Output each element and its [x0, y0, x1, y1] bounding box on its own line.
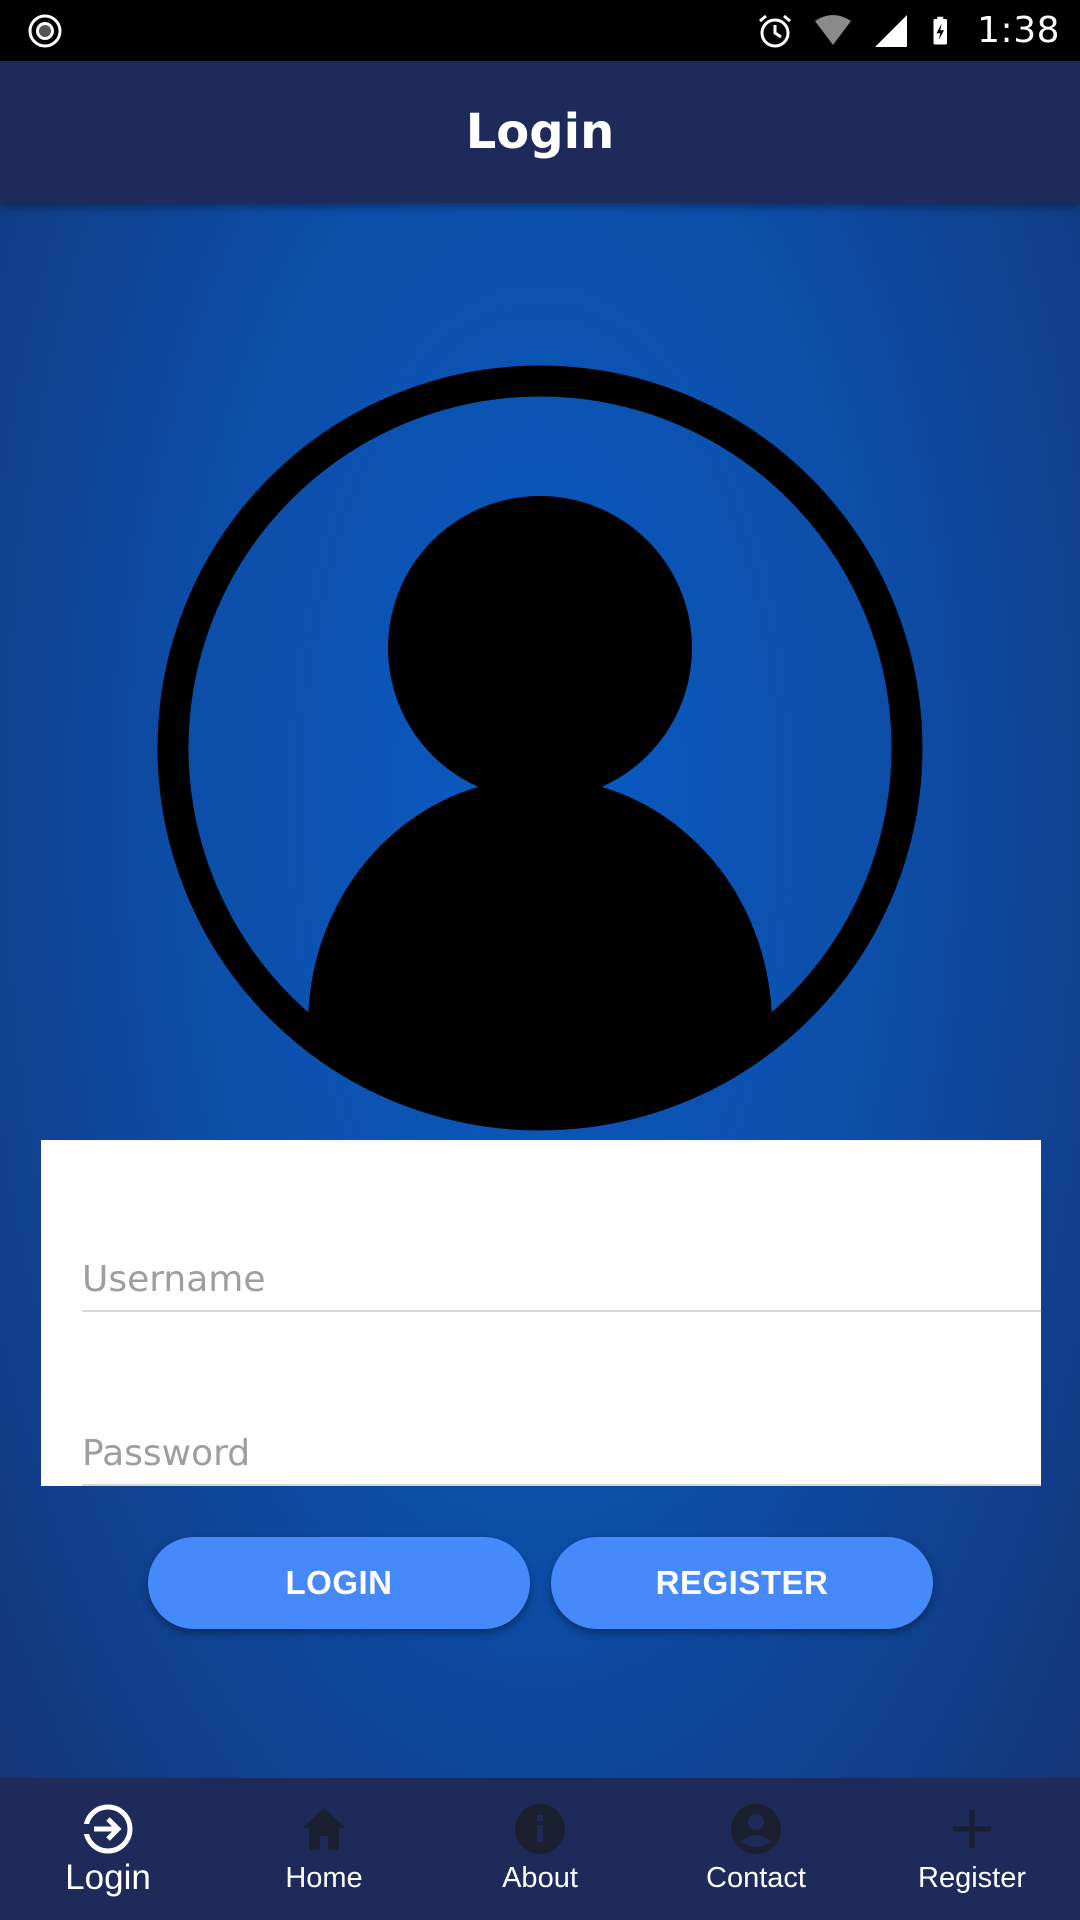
plus-icon	[953, 1810, 991, 1848]
avatar-placeholder-icon	[157, 365, 923, 1131]
login-icon	[83, 1804, 133, 1854]
password-field-container	[82, 1384, 1041, 1486]
info-icon	[515, 1804, 565, 1854]
signal-icon	[875, 14, 908, 47]
nav-label-register: Register	[918, 1862, 1026, 1894]
username-input[interactable]	[82, 1259, 1041, 1300]
home-icon	[302, 1808, 346, 1850]
username-field-container	[82, 1210, 1041, 1312]
nav-label-login: Login	[65, 1858, 151, 1897]
wifi-icon	[815, 14, 852, 45]
status-time: 1:38	[977, 10, 1060, 51]
nav-item-about[interactable]: About	[432, 1778, 648, 1920]
nav-item-contact[interactable]: Contact	[648, 1778, 864, 1920]
nav-item-home[interactable]: Home	[216, 1778, 432, 1920]
page-title: Login	[465, 104, 615, 160]
app-bar: Login	[0, 61, 1080, 203]
battery-charging-icon	[933, 16, 948, 44]
nav-label-contact: Contact	[706, 1862, 806, 1894]
nav-item-register[interactable]: Register	[864, 1778, 1080, 1920]
status-icons: 1:38	[755, 0, 1060, 61]
record-icon	[28, 14, 62, 48]
alarm-icon	[759, 14, 792, 47]
bottom-navigation: Login Home About Contact Register	[0, 1778, 1080, 1920]
nav-item-login[interactable]: Login	[0, 1778, 216, 1920]
login-screen: 1:38 Login LOGIN REGISTER	[0, 0, 1080, 1920]
account-circle-icon	[731, 1804, 781, 1854]
register-button[interactable]: REGISTER	[551, 1537, 933, 1629]
login-button[interactable]: LOGIN	[148, 1537, 530, 1629]
nav-label-about: About	[502, 1862, 578, 1894]
status-bar: 1:38	[0, 0, 1080, 61]
nav-label-home: Home	[285, 1862, 363, 1894]
login-form	[41, 1140, 1041, 1486]
password-input[interactable]	[82, 1433, 1041, 1474]
